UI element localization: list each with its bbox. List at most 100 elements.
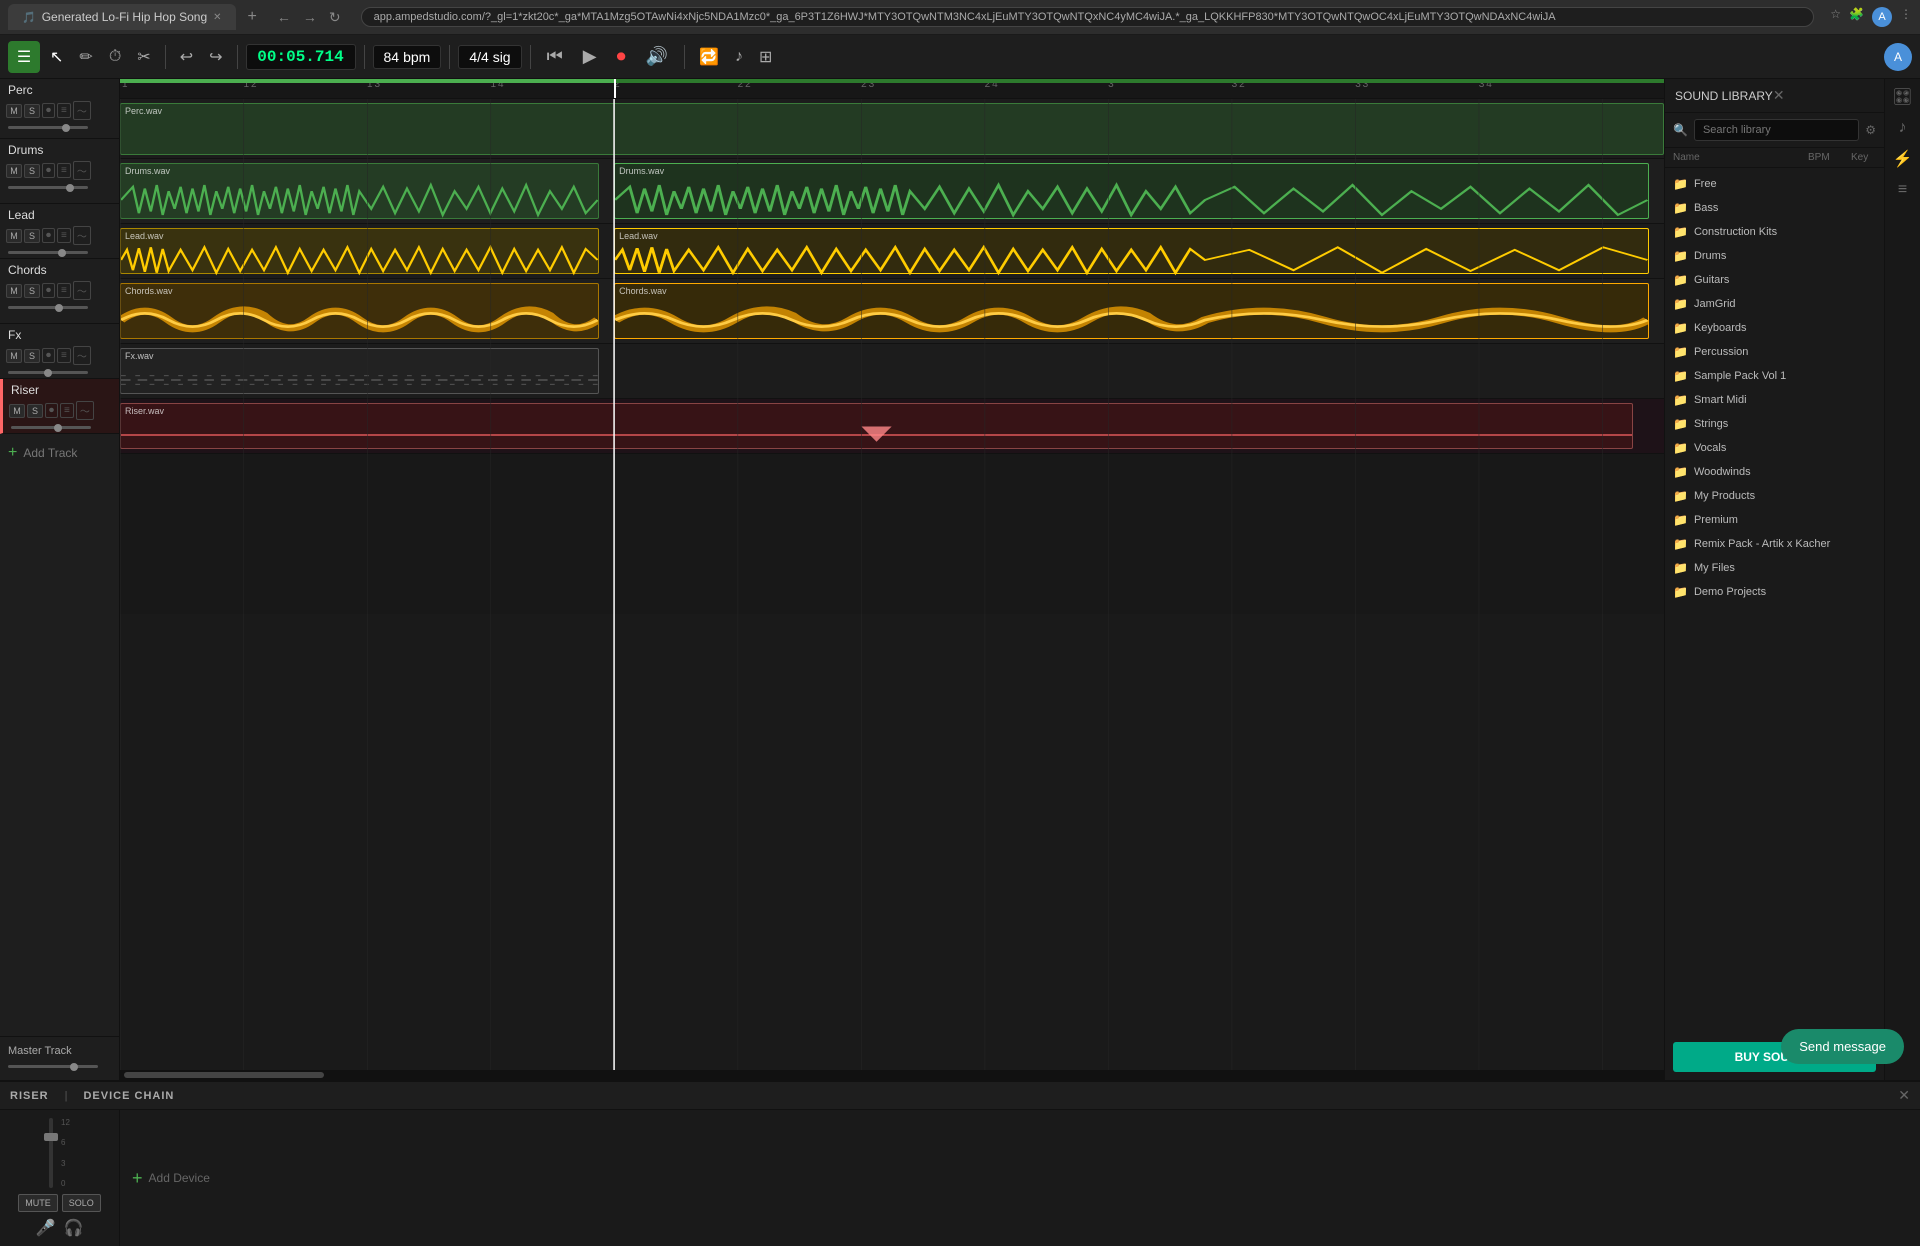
arrange-scrollbar[interactable] — [120, 1070, 1664, 1080]
mute-perc[interactable]: M — [6, 104, 22, 118]
volume-riser[interactable] — [11, 426, 91, 429]
track-row-riser[interactable]: Riser.wav — [120, 399, 1664, 454]
record-fx[interactable]: ⏺ — [42, 348, 55, 363]
address-bar[interactable]: app.ampedstudio.com/?_gl=1*zkt20c*_ga*MT… — [361, 7, 1815, 27]
expand-drums[interactable]: 〜 — [73, 161, 91, 180]
track-row-perc[interactable]: Perc.wav // Generate perc waveform — [120, 99, 1664, 159]
menu-button[interactable]: ☰ — [8, 41, 40, 73]
expand-lead[interactable]: 〜 — [73, 226, 91, 245]
effects-fx[interactable]: ≡ — [57, 348, 71, 363]
library-item-guitars[interactable]: 📁 Guitars — [1665, 268, 1884, 292]
record-lead[interactable]: ⏺ — [42, 228, 55, 243]
scrollbar-thumb[interactable] — [124, 1072, 324, 1078]
bpm-display[interactable]: 84 bpm — [373, 45, 442, 69]
new-tab-button[interactable]: + — [248, 8, 257, 26]
profile-icon[interactable]: A — [1872, 7, 1892, 27]
volume-fx[interactable] — [8, 371, 88, 374]
loop-button[interactable]: 🔁 — [693, 43, 725, 71]
clip-chords-2[interactable]: Chords.wav — [614, 283, 1648, 339]
effects-perc[interactable]: ≡ — [57, 103, 71, 118]
riser-solo-button[interactable]: SOLO — [62, 1194, 101, 1212]
track-row-lead[interactable]: Lead.wav Lead.wav — [120, 224, 1664, 279]
solo-riser[interactable]: S — [27, 404, 43, 418]
play-button[interactable]: ▶ — [575, 42, 605, 71]
library-item-jamgrid[interactable]: 📁 JamGrid — [1665, 292, 1884, 316]
record-riser[interactable]: ⏺ — [45, 403, 58, 418]
bookmark-icon[interactable]: ☆ — [1830, 7, 1841, 27]
filter-icon[interactable]: ⚙ — [1865, 123, 1876, 137]
mute-fx[interactable]: M — [6, 349, 22, 363]
send-message-button[interactable]: Send message — [1781, 1029, 1904, 1064]
record-button[interactable]: ⏺ — [609, 42, 634, 71]
record-perc[interactable]: ⏺ — [42, 103, 55, 118]
library-item-keyboards[interactable]: 📁 Keyboards — [1665, 316, 1884, 340]
clip-chords-1[interactable]: Chords.wav — [120, 283, 599, 339]
clock-tool[interactable]: ⏱ — [103, 44, 127, 70]
track-row-fx[interactable]: Fx.wav — [120, 344, 1664, 399]
library-item-smart-midi[interactable]: 📁 Smart Midi — [1665, 388, 1884, 412]
clip-lead-2[interactable]: Lead.wav — [614, 228, 1648, 274]
library-item-my-products[interactable]: 📁 My Products — [1665, 484, 1884, 508]
expand-chords[interactable]: 〜 — [73, 281, 91, 300]
solo-fx[interactable]: S — [24, 349, 40, 363]
solo-perc[interactable]: S — [24, 104, 40, 118]
add-track-button[interactable]: + Add Track — [0, 434, 119, 472]
track-row-chords[interactable]: Chords.wav Chords.wav — [120, 279, 1664, 344]
back-button[interactable]: ← — [273, 7, 295, 28]
right-icon-3[interactable]: ⚡ — [1893, 149, 1913, 169]
select-tool[interactable]: ↖ — [44, 43, 69, 71]
cut-tool[interactable]: ✂ — [131, 43, 156, 71]
clip-drums-2[interactable]: Drums.wav — [614, 163, 1648, 219]
effects-lead[interactable]: ≡ — [57, 228, 71, 243]
tab-close-button[interactable]: ✕ — [213, 12, 221, 23]
expand-riser[interactable]: 〜 — [76, 401, 94, 420]
library-search-input[interactable] — [1694, 119, 1859, 141]
library-item-drums[interactable]: 📁 Drums — [1665, 244, 1884, 268]
time-sig-display[interactable]: 4/4 sig — [458, 45, 521, 69]
skip-back-button[interactable]: ⏮ — [539, 42, 571, 71]
midi-button[interactable]: ♪ — [729, 44, 749, 70]
solo-lead[interactable]: S — [24, 229, 40, 243]
redo-button[interactable]: ↪ — [203, 43, 228, 71]
library-item-demo-projects[interactable]: 📁 Demo Projects — [1665, 580, 1884, 604]
undo-button[interactable]: ↩ — [174, 43, 199, 71]
bottom-panel-close[interactable]: ✕ — [1898, 1087, 1910, 1104]
clip-fx-1[interactable]: Fx.wav — [120, 348, 599, 394]
clip-lead-1[interactable]: Lead.wav — [120, 228, 599, 274]
library-item-vocals[interactable]: 📁 Vocals — [1665, 436, 1884, 460]
library-item-premium[interactable]: 📁 Premium — [1665, 508, 1884, 532]
headphone-icon[interactable]: 🎧 — [64, 1218, 84, 1238]
extensions-icon[interactable]: 🧩 — [1849, 7, 1864, 27]
mute-riser[interactable]: M — [9, 404, 25, 418]
effects-chords[interactable]: ≡ — [57, 283, 71, 298]
volume-lead[interactable] — [8, 251, 88, 254]
pencil-tool[interactable]: ✏ — [73, 43, 98, 71]
library-item-free[interactable]: 📁 Free — [1665, 172, 1884, 196]
mic-icon[interactable]: 🎤 — [36, 1218, 56, 1238]
solo-chords[interactable]: S — [24, 284, 40, 298]
right-icon-1[interactable]: 🎛 — [1892, 87, 1912, 107]
volume-perc[interactable] — [8, 126, 88, 129]
clip-drums-1[interactable]: Drums.wav — [120, 163, 599, 219]
user-avatar[interactable]: A — [1884, 43, 1912, 71]
library-item-percussion[interactable]: 📁 Percussion — [1665, 340, 1884, 364]
mute-chords[interactable]: M — [6, 284, 22, 298]
volume-button[interactable]: 🔊 — [638, 42, 676, 71]
library-close-button[interactable]: ✕ — [1773, 87, 1785, 104]
volume-drums[interactable] — [8, 186, 88, 189]
library-item-woodwinds[interactable]: 📁 Woodwinds — [1665, 460, 1884, 484]
library-item-sample-pack[interactable]: 📁 Sample Pack Vol 1 — [1665, 364, 1884, 388]
refresh-button[interactable]: ↻ — [325, 7, 345, 28]
library-item-remix-pack[interactable]: 📁 Remix Pack - Artik x Kacher — [1665, 532, 1884, 556]
library-item-my-files[interactable]: 📁 My Files — [1665, 556, 1884, 580]
mute-drums[interactable]: M — [6, 164, 22, 178]
tracks-area[interactable]: Perc.wav // Generate perc waveform Drums… — [120, 99, 1664, 1070]
forward-button[interactable]: → — [299, 7, 321, 28]
main-fader-handle[interactable] — [44, 1133, 58, 1141]
expand-perc[interactable]: 〜 — [73, 101, 91, 120]
library-item-bass[interactable]: 📁 Bass — [1665, 196, 1884, 220]
mute-lead[interactable]: M — [6, 229, 22, 243]
active-tab[interactable]: 🎵 Generated Lo-Fi Hip Hop Song ✕ — [8, 4, 236, 30]
menu-icon[interactable]: ⋮ — [1900, 7, 1912, 27]
expand-fx[interactable]: 〜 — [73, 346, 91, 365]
